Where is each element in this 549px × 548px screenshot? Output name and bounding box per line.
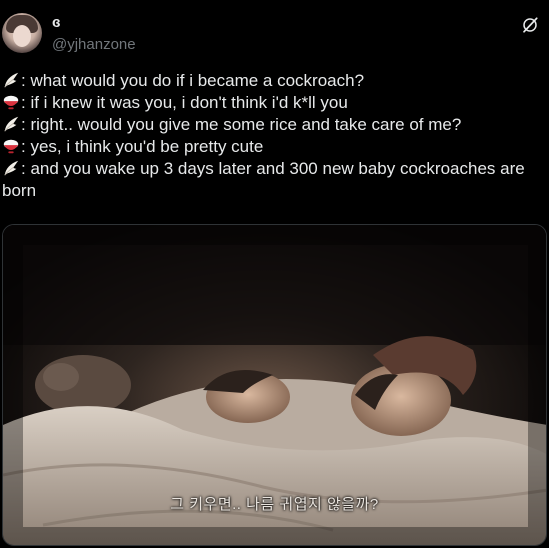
dialogue-line-5: : and you wake up 3 days later and 300 n… [2,158,547,202]
dialogue-text-4: : yes, i think you'd be pretty cute [21,137,264,156]
dialogue-line-2: : if i knew it was you, i don't think i'… [2,92,547,114]
grok-icon[interactable] [521,16,539,34]
avatar-face [13,25,31,47]
dialogue-line-3: : right.. would you give me some rice an… [2,114,547,136]
avatar[interactable] [2,13,42,53]
dialogue-line-4: : yes, i think you'd be pretty cute [2,136,547,158]
author-display-name[interactable]: ɞ [52,14,61,31]
wing-emoji-icon [4,116,19,132]
tweet: ɞ @yjhanzone : what would you do if i be… [0,0,549,548]
video-subtitle: 그 키우면.. 나름 귀엽지 않을까? [170,496,379,513]
wing-emoji-icon [4,72,19,88]
dialogue-text-1: : what would you do if i became a cockro… [21,71,365,90]
tweet-text: : what would you do if i became a cockro… [2,70,547,202]
wing-emoji-icon [4,160,19,176]
dialogue-line-1: : what would you do if i became a cockro… [2,70,547,92]
rice-bowl-emoji-icon [3,139,19,154]
dialogue-text-2: : if i knew it was you, i don't think i'… [21,93,348,112]
rice-bowl-emoji-icon [3,95,19,110]
dialogue-text-3: : right.. would you give me some rice an… [21,115,462,134]
dialogue-text-5: : and you wake up 3 days later and 300 n… [2,159,530,200]
author-handle[interactable]: @yjhanzone [52,36,136,53]
attached-video-still[interactable]: 그 키우면.. 나름 귀엽지 않을까? [2,224,547,546]
